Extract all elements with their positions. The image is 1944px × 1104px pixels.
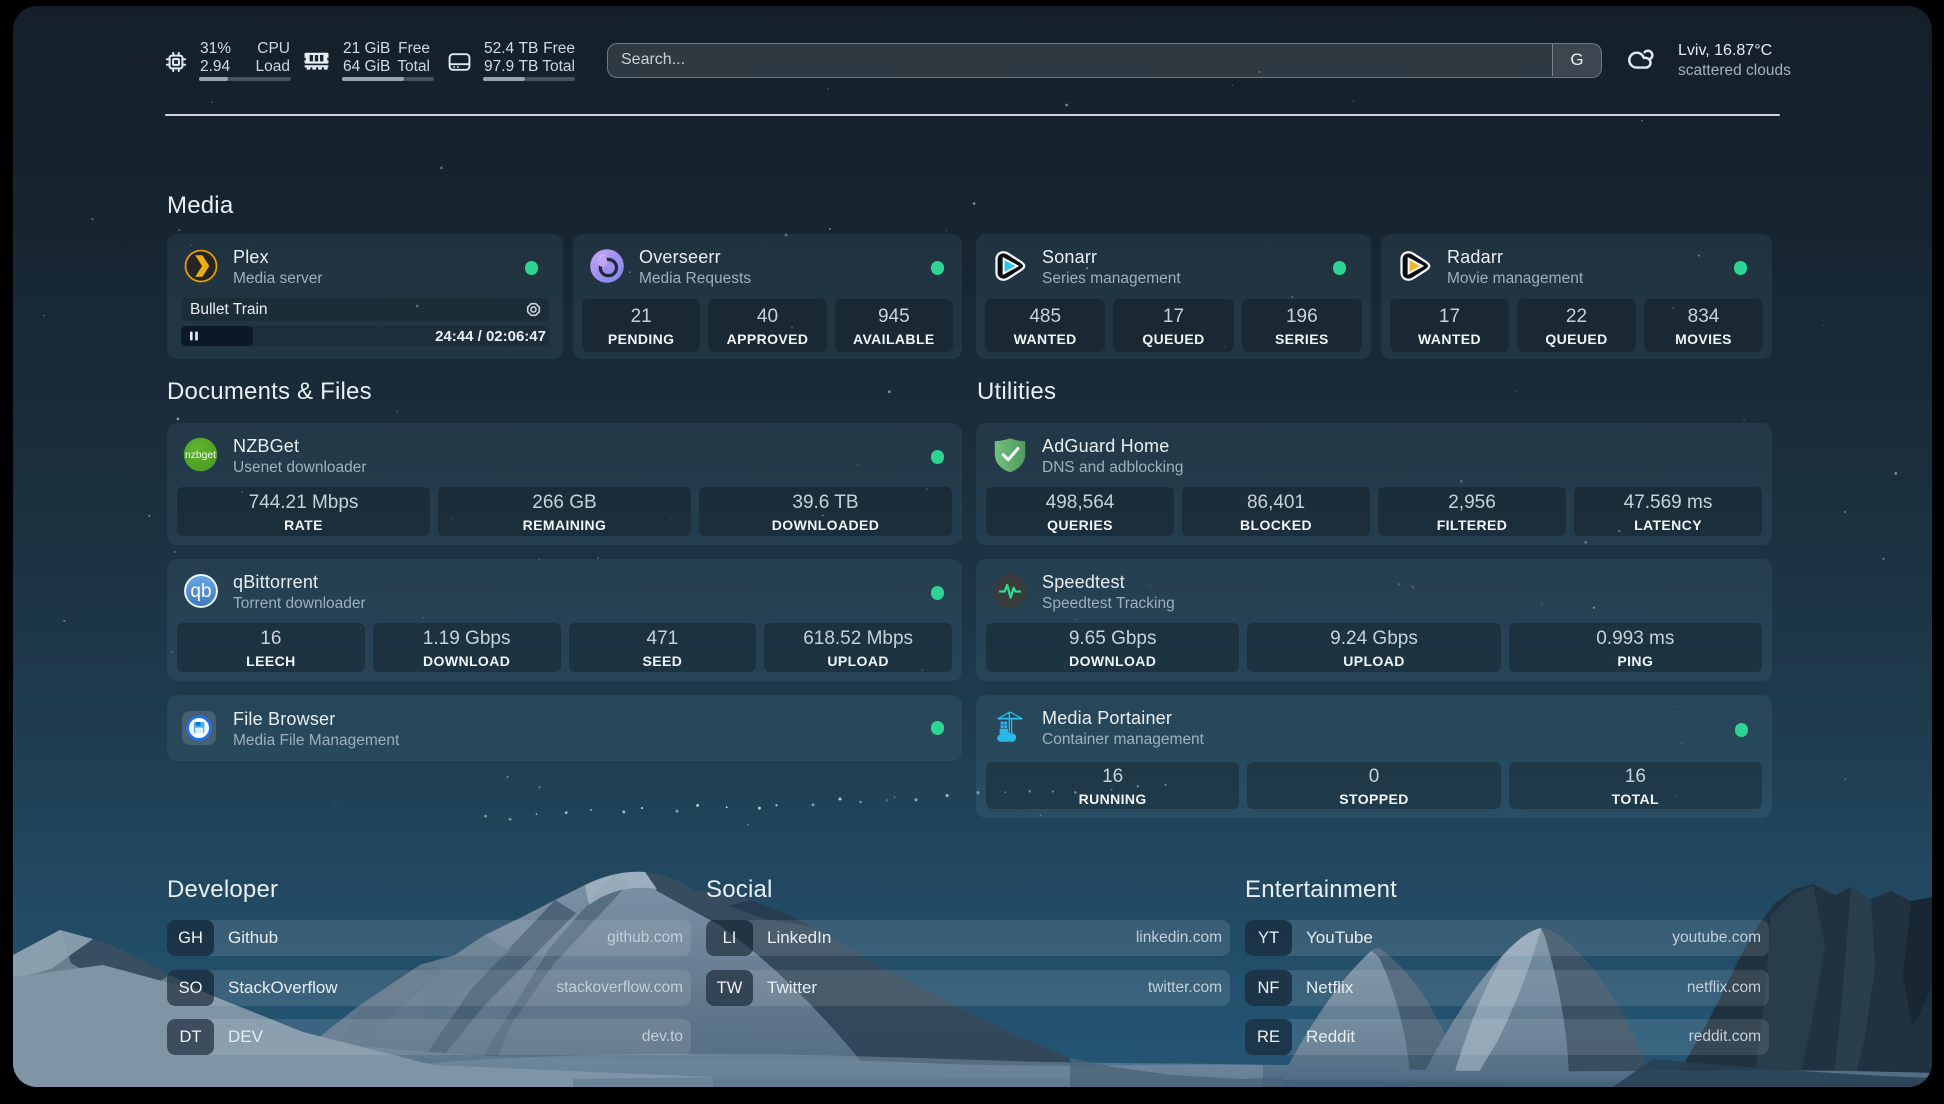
svg-text:qb: qb bbox=[190, 581, 211, 602]
svg-text:nzbget: nzbget bbox=[185, 450, 216, 461]
